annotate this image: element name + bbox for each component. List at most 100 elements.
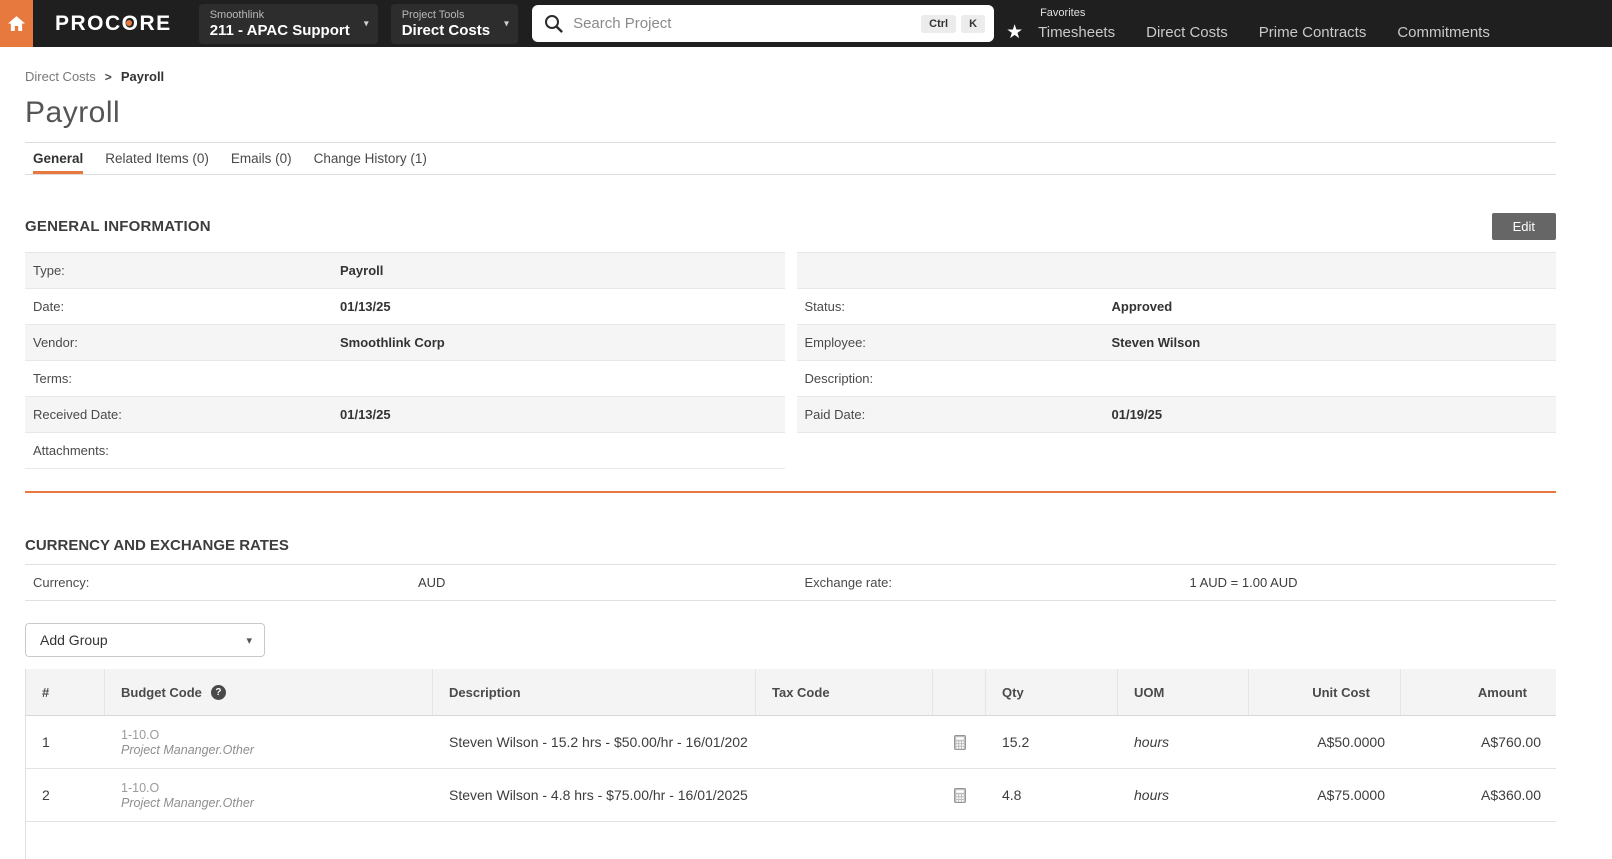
- search-icon: [545, 15, 563, 33]
- cell-qty: 15.2: [1002, 734, 1030, 750]
- cell-calculator: [933, 769, 986, 821]
- picker-value: Direct Costs: [401, 21, 491, 39]
- section-divider: [25, 491, 1556, 493]
- chevron-right-icon: >: [104, 69, 112, 84]
- column-tax-code: Tax Code: [756, 669, 933, 715]
- currency-heading: CURRENCY AND EXCHANGE RATES: [25, 537, 289, 554]
- company-project-picker[interactable]: Smoothlink 211 - APAC Support ▾: [198, 3, 378, 44]
- budget-code: 1-10.O: [121, 780, 160, 795]
- currency-row: Currency: AUD Exchange rate: 1 AUD = 1.0…: [25, 564, 1556, 601]
- column-calculator: [933, 669, 986, 715]
- tab-related-items[interactable]: Related Items (0): [105, 143, 209, 174]
- cell-amount: A$360.00: [1481, 787, 1541, 803]
- top-nav: PROCORE Smoothlink 211 - APAC Support ▾ …: [0, 0, 1612, 47]
- cell-budget-code: 1-10.O Project Mananger.Other: [105, 716, 433, 768]
- field-label: Employee:: [804, 335, 866, 350]
- exchange-rate-label: Exchange rate:: [804, 575, 892, 590]
- tab-general[interactable]: General: [33, 143, 84, 174]
- field-value: Payroll: [340, 263, 384, 278]
- cell-unit-cost: A$50.0000: [1317, 734, 1385, 750]
- favorites-block: Favorites ★ Timesheets Direct Costs Prim…: [1006, 5, 1521, 42]
- column-uom: UOM: [1118, 669, 1249, 715]
- budget-category: Project Mananger.Other: [121, 742, 254, 757]
- general-information-heading: GENERAL INFORMATION: [25, 218, 211, 235]
- field-employee: Employee: Steven Wilson: [796, 325, 1556, 361]
- home-icon: [8, 16, 25, 31]
- favorite-direct-costs[interactable]: Direct Costs: [1146, 24, 1228, 41]
- breadcrumb-current: Payroll: [120, 69, 165, 84]
- cell-qty: 4.8: [1002, 787, 1022, 803]
- field-value: 01/13/25: [340, 299, 391, 314]
- line-items-table: # Budget Code ? Description Tax Code Qty…: [25, 669, 1556, 859]
- column-amount: Amount: [1477, 684, 1527, 700]
- cell-budget-code: 1-10.O Project Mananger.Other: [105, 769, 433, 821]
- column-budget-code: Budget Code ?: [105, 669, 433, 715]
- field-empty: [796, 253, 1556, 289]
- line-item-row-2: 2 1-10.O Project Mananger.Other Steven W…: [26, 769, 1556, 822]
- cell-uom: hours: [1134, 734, 1170, 750]
- field-received-date: Received Date: 01/13/25: [25, 397, 785, 433]
- field-paid-date: Paid Date: 01/19/25: [796, 397, 1556, 433]
- shortcut-key-ctrl: Ctrl: [921, 14, 957, 33]
- picker-label: Smoothlink: [209, 8, 265, 21]
- budget-category: Project Mananger.Other: [121, 795, 254, 810]
- field-status: Status: Approved: [796, 289, 1556, 325]
- search-bar[interactable]: Ctrl K: [532, 5, 995, 42]
- cell-unit-cost: A$75.0000: [1317, 787, 1385, 803]
- line-items-header: # Budget Code ? Description Tax Code Qty…: [26, 669, 1556, 716]
- help-icon[interactable]: ?: [210, 684, 226, 700]
- budget-code: 1-10.O: [121, 727, 160, 742]
- cell-amount: A$760.00: [1481, 734, 1541, 750]
- picker-label: Project Tools: [401, 8, 465, 21]
- calculator-icon[interactable]: [953, 787, 966, 803]
- cell-uom: hours: [1134, 787, 1170, 803]
- fields-left-column: Type: Payroll Date: 01/13/25 Vendor: Smo…: [25, 252, 785, 469]
- favorites-star-icon[interactable]: ★: [1006, 23, 1023, 42]
- add-group-label: Add Group: [40, 632, 108, 648]
- field-label: Attachments:: [33, 443, 109, 458]
- chevron-down-icon: ▾: [504, 18, 510, 29]
- field-label: Status:: [804, 299, 845, 314]
- picker-value: 211 - APAC Support: [209, 21, 350, 39]
- add-group-dropdown[interactable]: Add Group ▾: [25, 623, 265, 657]
- cell-tax-code: [756, 716, 933, 768]
- home-button[interactable]: [0, 0, 33, 47]
- field-value: 01/13/25: [340, 407, 391, 422]
- column-unit-cost: Unit Cost: [1249, 669, 1401, 715]
- field-label: Type:: [33, 263, 65, 278]
- column-description: Description: [433, 669, 756, 715]
- cell-description: Steven Wilson - 15.2 hrs - $50.00/hr - 1…: [449, 734, 748, 750]
- chevron-down-icon: ▾: [246, 634, 252, 647]
- field-value: Smoothlink Corp: [340, 335, 445, 350]
- field-value: Steven Wilson: [1111, 335, 1201, 350]
- field-label: Vendor:: [33, 335, 78, 350]
- page-title: Payroll: [25, 96, 121, 129]
- field-terms: Terms:: [25, 361, 785, 397]
- field-date: Date: 01/13/25: [25, 289, 785, 325]
- field-description: Description:: [796, 361, 1556, 397]
- fields-right-column: Status: Approved Employee: Steven Wilson…: [796, 252, 1556, 433]
- cell-tax-code: [756, 769, 933, 821]
- field-type: Type: Payroll: [25, 253, 785, 289]
- cell-calculator: [933, 716, 986, 768]
- breadcrumb-direct-costs[interactable]: Direct Costs: [25, 69, 96, 84]
- breadcrumb: Direct Costs > Payroll: [25, 69, 1556, 84]
- favorite-commitments[interactable]: Commitments: [1397, 24, 1490, 41]
- favorite-timesheets[interactable]: Timesheets: [1038, 24, 1115, 41]
- calculator-icon[interactable]: [953, 734, 966, 750]
- tab-bar: General Related Items (0) Emails (0) Cha…: [25, 142, 1556, 175]
- currency-value: AUD: [418, 575, 446, 590]
- column-number: #: [26, 669, 105, 715]
- favorite-prime-contracts[interactable]: Prime Contracts: [1259, 24, 1367, 41]
- field-label: Date:: [33, 299, 65, 314]
- tab-change-history[interactable]: Change History (1): [314, 143, 427, 174]
- exchange-rate-value: 1 AUD = 1.00 AUD: [1189, 575, 1298, 590]
- edit-button[interactable]: Edit: [1491, 213, 1556, 240]
- cell-number: 1: [42, 734, 50, 750]
- field-label: Description:: [804, 371, 874, 386]
- project-tools-picker[interactable]: Project Tools Direct Costs ▾: [390, 3, 519, 44]
- cell-description: Steven Wilson - 4.8 hrs - $75.00/hr - 16…: [449, 787, 748, 803]
- main-content: Direct Costs > Payroll Payroll General R…: [0, 69, 1612, 859]
- tab-emails[interactable]: Emails (0): [231, 143, 292, 174]
- search-input[interactable]: [573, 15, 917, 32]
